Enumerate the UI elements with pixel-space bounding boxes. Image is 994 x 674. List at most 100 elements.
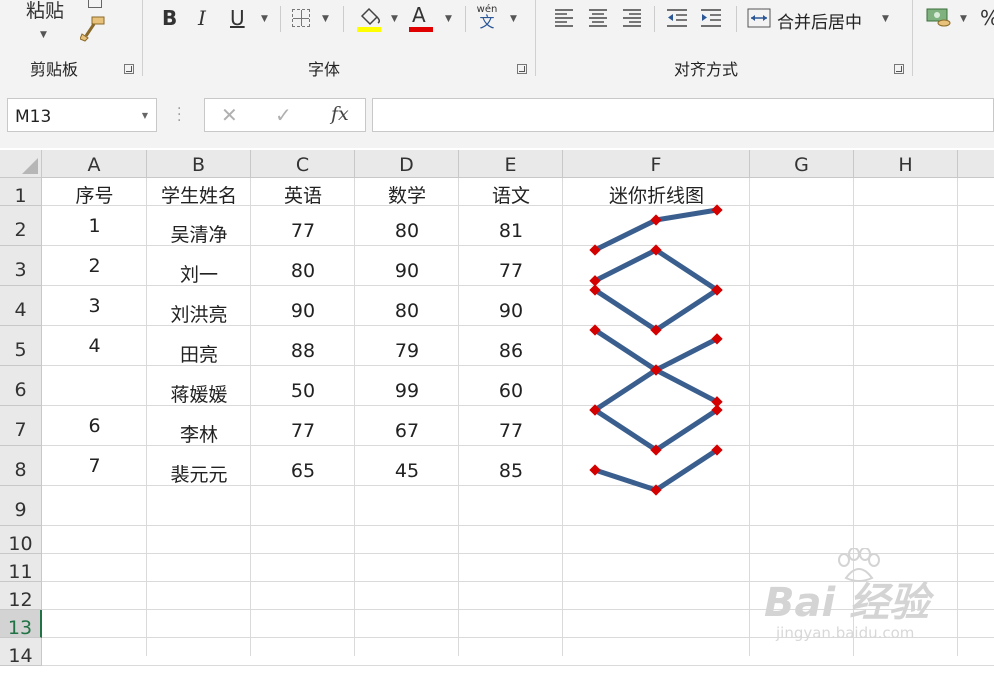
data-cell[interactable]: 90	[355, 260, 459, 282]
phonetic-guide-icon[interactable]: wén 文	[476, 4, 498, 30]
data-cell[interactable]: 田亮	[147, 340, 251, 367]
data-cell[interactable]: 6	[42, 415, 147, 437]
align-right-icon[interactable]	[622, 8, 642, 28]
row-header-10[interactable]: 10	[0, 526, 42, 555]
row-header-12[interactable]: 12	[0, 582, 42, 611]
data-cell[interactable]: 1	[42, 215, 147, 237]
data-cell[interactable]: 4	[42, 335, 147, 357]
data-cell[interactable]: 77	[251, 420, 355, 442]
clipboard-launcher-icon[interactable]	[124, 64, 134, 74]
phonetic-dropdown-icon[interactable]: ▼	[510, 14, 517, 24]
increase-indent-icon[interactable]	[700, 8, 722, 28]
border-dropdown-icon[interactable]: ▼	[322, 14, 329, 24]
name-box[interactable]: M13 ▼	[7, 98, 157, 132]
format-painter-icon[interactable]	[80, 14, 108, 42]
data-cell[interactable]: 50	[251, 380, 355, 402]
copy-icon[interactable]	[88, 0, 102, 8]
column-header-d[interactable]: D	[355, 150, 459, 178]
data-cell[interactable]: 79	[355, 340, 459, 362]
row-header-14[interactable]: 14	[0, 638, 42, 667]
data-cell[interactable]: 67	[355, 420, 459, 442]
data-cell[interactable]: 85	[459, 460, 563, 482]
data-cell[interactable]: 蒋媛媛	[147, 380, 251, 407]
data-cell[interactable]: 刘一	[147, 260, 251, 287]
header-cell[interactable]: 序号	[42, 181, 147, 208]
formula-input[interactable]	[372, 98, 994, 132]
data-cell[interactable]: 77	[459, 420, 563, 442]
data-cell[interactable]: 刘洪亮	[147, 300, 251, 327]
data-cell[interactable]: 88	[251, 340, 355, 362]
select-all-corner[interactable]	[0, 150, 42, 178]
header-cell[interactable]: 数学	[355, 181, 459, 208]
fill-color-icon[interactable]	[356, 6, 384, 32]
column-header-e[interactable]: E	[459, 150, 563, 178]
row-header-13[interactable]: 13	[0, 610, 42, 639]
merge-center-icon[interactable]	[747, 8, 771, 28]
decrease-indent-icon[interactable]	[666, 8, 688, 28]
row-header-3[interactable]: 3	[0, 246, 42, 286]
merge-center-dropdown-icon[interactable]: ▼	[882, 14, 889, 24]
data-cell[interactable]: 60	[459, 380, 563, 402]
data-cell[interactable]: 吴清净	[147, 220, 251, 247]
row-header-8[interactable]: 8	[0, 446, 42, 486]
align-left-icon[interactable]	[554, 8, 574, 28]
data-cell[interactable]: 45	[355, 460, 459, 482]
bold-button[interactable]: B	[162, 8, 177, 28]
data-cell[interactable]: 2	[42, 255, 147, 277]
column-header-h[interactable]: H	[854, 150, 958, 178]
border-icon[interactable]	[292, 9, 310, 27]
underline-dropdown-icon[interactable]: ▼	[261, 14, 268, 24]
header-cell[interactable]: 迷你折线图	[563, 181, 750, 208]
data-cell[interactable]: 3	[42, 295, 147, 317]
row-header-9[interactable]: 9	[0, 486, 42, 526]
align-center-icon[interactable]	[588, 8, 608, 28]
header-cell[interactable]: 语文	[459, 181, 563, 208]
accounting-format-dropdown-icon[interactable]: ▼	[960, 14, 967, 24]
column-header-a[interactable]: A	[42, 150, 147, 178]
font-color-dropdown-icon[interactable]: ▼	[445, 14, 452, 24]
data-cell[interactable]: 80	[251, 260, 355, 282]
row-header-2[interactable]: 2	[0, 206, 42, 246]
column-header-f[interactable]: F	[563, 150, 750, 178]
column-header-b[interactable]: B	[147, 150, 251, 178]
font-color-button[interactable]: A	[412, 5, 426, 25]
merge-center-button[interactable]: 合并后居中	[777, 8, 862, 33]
header-cell[interactable]: 英语	[251, 181, 355, 208]
row-header-11[interactable]: 11	[0, 554, 42, 583]
paste-dropdown-icon[interactable]: ▼	[40, 30, 47, 40]
data-cell[interactable]: 77	[251, 220, 355, 242]
accounting-format-icon[interactable]	[926, 6, 952, 28]
data-cell[interactable]: 7	[42, 455, 147, 477]
column-header-partial[interactable]	[958, 150, 994, 178]
header-cell[interactable]: 学生姓名	[147, 181, 251, 208]
row-header-7[interactable]: 7	[0, 406, 42, 446]
data-cell[interactable]: 77	[459, 260, 563, 282]
underline-button[interactable]: U	[230, 8, 245, 28]
data-cell[interactable]: 裴元元	[147, 460, 251, 487]
paste-button[interactable]: 粘贴	[26, 2, 64, 21]
data-cell[interactable]: 99	[355, 380, 459, 402]
row-header-1[interactable]: 1	[0, 178, 42, 207]
enter-icon[interactable]: ✓	[275, 103, 292, 127]
data-cell[interactable]: 80	[355, 300, 459, 322]
data-cell[interactable]: 65	[251, 460, 355, 482]
data-cell[interactable]: 86	[459, 340, 563, 362]
formula-bar-grip-icon[interactable]: · · ·	[177, 102, 181, 128]
data-cell[interactable]: 80	[355, 220, 459, 242]
column-header-g[interactable]: G	[750, 150, 854, 178]
data-cell[interactable]: 李林	[147, 420, 251, 447]
fill-color-dropdown-icon[interactable]: ▼	[391, 14, 398, 24]
insert-function-icon[interactable]: fx	[331, 103, 349, 125]
italic-button[interactable]: I	[198, 8, 206, 28]
column-header-c[interactable]: C	[251, 150, 355, 178]
percent-button[interactable]: %	[980, 8, 994, 28]
row-header-6[interactable]: 6	[0, 366, 42, 406]
cancel-icon[interactable]: ✕	[221, 103, 238, 127]
data-cell[interactable]: 90	[251, 300, 355, 322]
name-box-dropdown-icon[interactable]: ▼	[142, 111, 148, 120]
data-cell[interactable]: 81	[459, 220, 563, 242]
data-cell[interactable]: 90	[459, 300, 563, 322]
row-header-5[interactable]: 5	[0, 326, 42, 366]
font-launcher-icon[interactable]	[517, 64, 527, 74]
row-header-4[interactable]: 4	[0, 286, 42, 326]
